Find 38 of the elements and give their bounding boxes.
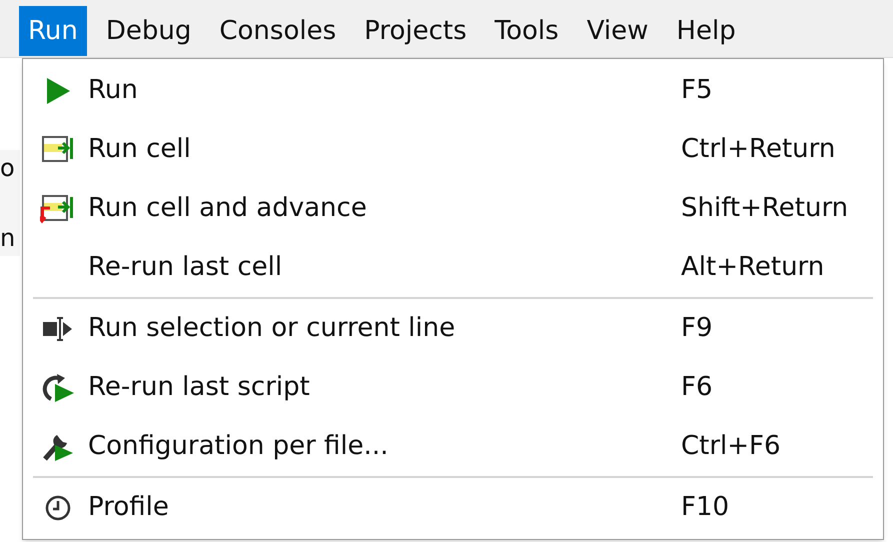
- menu-bar-item[interactable]: Projects: [355, 6, 476, 56]
- shortcut-label: F9: [681, 312, 712, 345]
- menu-item-label: Re-run last cell: [88, 251, 284, 284]
- shortcut-label: Shift+Return: [681, 192, 848, 225]
- menu-item-label: Run cell: [88, 133, 192, 166]
- menu-item[interactable]: Run selection or current line F9: [23, 299, 883, 358]
- menu-bar-item[interactable]: Consoles: [210, 6, 346, 56]
- cell-icon: [40, 134, 76, 164]
- editor-text-fragment: o: [0, 153, 16, 184]
- menu-item-label: Profile: [88, 491, 170, 524]
- menu-bar-item[interactable]: Run: [19, 6, 87, 56]
- shortcut-label: Ctrl+Return: [681, 133, 836, 166]
- menu-item-label: Re-run last script: [88, 371, 311, 404]
- cell-advance-icon: [40, 194, 76, 224]
- shortcut-label: Ctrl+F6: [681, 430, 781, 463]
- shortcut-label: F10: [681, 491, 730, 524]
- play-icon: [44, 76, 72, 106]
- menu-item-label: Run cell and advance: [88, 192, 368, 225]
- menu-item-label: Configuration per file...: [88, 430, 390, 463]
- shortcut-label: Alt+Return: [681, 251, 824, 284]
- menu-item[interactable]: Run F5: [23, 61, 883, 120]
- menu-item-label: Run selection or current line: [88, 312, 456, 345]
- menu-bar-item[interactable]: Help: [667, 6, 745, 56]
- rerun-icon: [41, 372, 75, 404]
- menu-bar-item[interactable]: View: [578, 6, 658, 56]
- menu-item-label: Run: [88, 74, 139, 107]
- editor-text-fragment: n: [0, 223, 16, 254]
- menu-item[interactable]: Run cell Ctrl+Return: [23, 120, 883, 179]
- shortcut-label: F5: [681, 74, 712, 107]
- menu-bar-item[interactable]: Tools: [486, 6, 568, 56]
- clock-icon: [44, 494, 72, 522]
- menu-bar-item[interactable]: Debug: [96, 6, 200, 56]
- menu-item[interactable]: Re-run last cell Alt+Return: [23, 238, 883, 297]
- shortcut-label: F6: [681, 371, 712, 404]
- menu-item[interactable]: Profile F10: [23, 478, 883, 537]
- menu-item[interactable]: Run cell and advance Shift+Return: [23, 179, 883, 238]
- menu-item[interactable]: Re-run last script F6: [23, 358, 883, 417]
- menu-item[interactable]: Configuration per file... Ctrl+F6: [23, 417, 883, 476]
